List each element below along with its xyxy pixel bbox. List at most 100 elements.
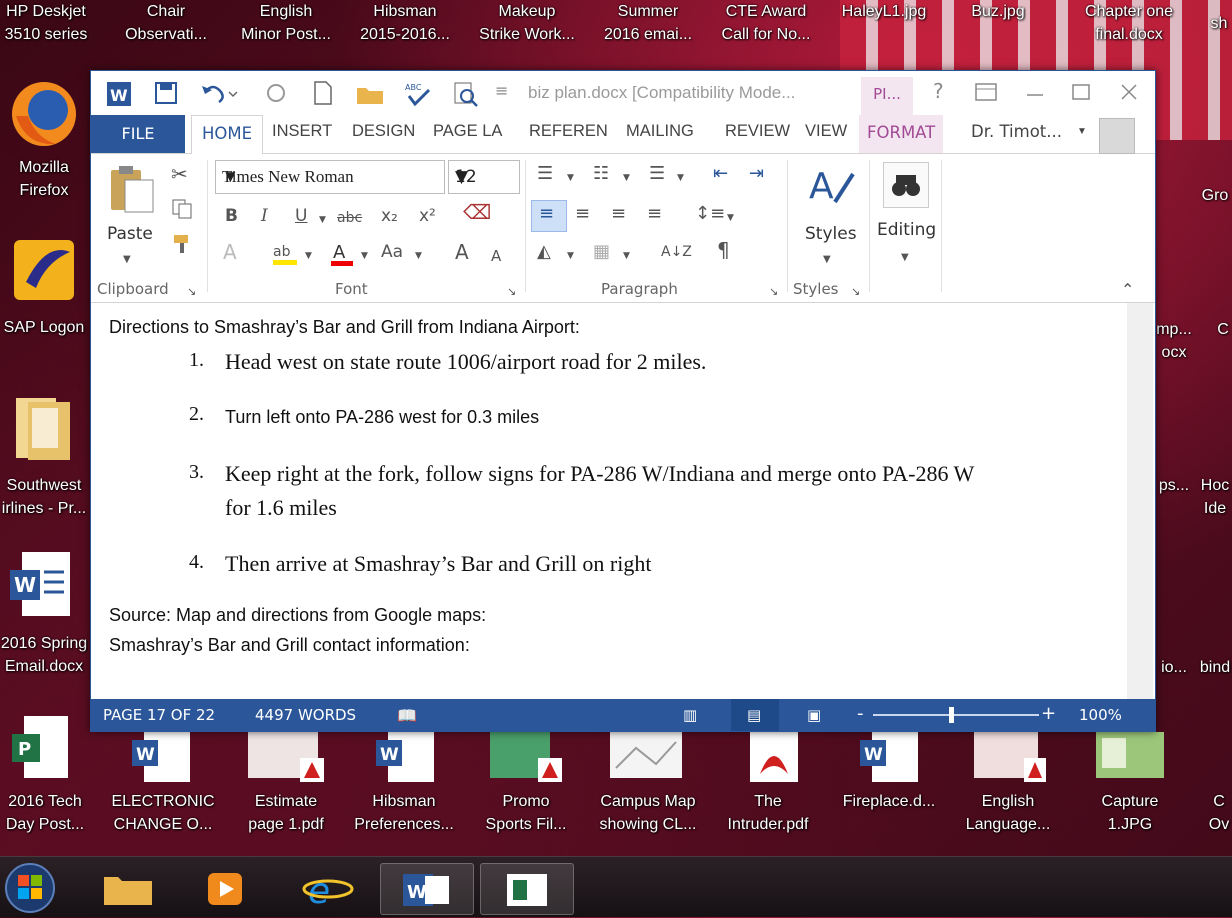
start-button-icon[interactable] <box>2 861 60 915</box>
tab-home[interactable]: HOME <box>191 115 263 155</box>
align-left-icon[interactable]: ≡ <box>539 204 554 224</box>
desktop-icon-promo-sports[interactable]: Promo Sports Fil... <box>474 790 578 836</box>
subscript-button[interactable]: x₂ <box>381 206 398 226</box>
word-document-icon[interactable]: W <box>128 728 194 784</box>
print-preview-icon[interactable] <box>451 80 481 108</box>
image-thumbnail-icon[interactable] <box>1092 728 1168 784</box>
folder-icon[interactable] <box>6 388 82 468</box>
desktop-icon-capture-jpg[interactable]: Capture 1.JPG <box>1080 790 1180 836</box>
taskbar-publisher[interactable] <box>480 863 574 915</box>
proofing-icon[interactable]: 📖 <box>397 706 417 725</box>
borders-icon[interactable]: ▦ <box>593 242 610 262</box>
paste-button[interactable]: Paste <box>107 224 153 244</box>
minimize-icon[interactable] <box>1025 83 1045 101</box>
desktop-icon-c-ov[interactable]: C Ov <box>1206 790 1232 836</box>
desktop-icon-english-language[interactable]: English Language... <box>950 790 1066 836</box>
desktop-icon-electronic-change[interactable]: ELECTRONIC CHANGE O... <box>104 790 222 836</box>
editing-button[interactable]: Editing <box>877 220 936 240</box>
tab-page-layout[interactable]: PAGE LA <box>433 122 502 141</box>
print-layout-icon[interactable]: ▤ <box>747 706 761 724</box>
taskbar-media-player[interactable] <box>180 863 272 913</box>
text-effects-icon[interactable]: A <box>223 242 237 262</box>
font-name-select[interactable]: Times New Roman ▼ <box>215 160 445 194</box>
taskbar-word[interactable]: W <box>380 863 474 915</box>
zoom-out-button[interactable]: - <box>857 703 864 724</box>
zoom-slider-thumb[interactable] <box>949 707 954 723</box>
desktop-icon-tech-day[interactable]: 2016 Tech Day Post... <box>0 790 90 836</box>
user-dropdown-icon[interactable]: ▼ <box>1077 126 1087 137</box>
desktop-icon-estimate-pdf[interactable]: Estimate page 1.pdf <box>236 790 336 836</box>
web-layout-icon[interactable]: ▣ <box>807 706 821 724</box>
editing-dropdown-icon[interactable]: ▼ <box>901 248 909 268</box>
vertical-scrollbar[interactable] <box>1127 303 1153 699</box>
desktop-icon-campus-map[interactable]: Campus Map showing CL... <box>586 790 710 836</box>
tab-design[interactable]: DESIGN <box>352 122 415 141</box>
desktop-icon-firefox-label[interactable]: Mozilla Firefox <box>0 156 88 202</box>
word-document-icon[interactable]: W <box>372 728 438 784</box>
desktop-icon-sh[interactable]: sh <box>1206 12 1232 35</box>
bullets-dropdown-icon[interactable]: ▼ <box>567 168 574 188</box>
bullets-icon[interactable]: ☰ <box>537 164 553 184</box>
desktop-icon-cte-award[interactable]: CTE Award Call for No... <box>710 0 822 46</box>
font-size-select[interactable]: 12 ▼ <box>448 160 520 194</box>
italic-button[interactable]: I <box>261 206 268 226</box>
user-account[interactable]: Dr. Timot... <box>971 122 1062 141</box>
tab-insert[interactable]: INSERT <box>272 122 332 141</box>
customize-qat-icon[interactable]: ≡ <box>495 81 508 100</box>
pdf-thumbnail-icon[interactable] <box>486 728 566 784</box>
font-launcher-icon[interactable]: ↘ <box>507 282 516 302</box>
increase-indent-icon[interactable]: ⇥ <box>749 164 764 184</box>
desktop-icon-chair[interactable]: Chair Observati... <box>112 0 220 46</box>
open-folder-icon[interactable] <box>355 80 385 106</box>
multilevel-list-icon[interactable]: ☰ <box>649 164 665 184</box>
styles-dropdown-icon[interactable]: ▼ <box>823 250 831 270</box>
font-color-dropdown-icon[interactable]: ▼ <box>361 246 368 266</box>
close-icon[interactable] <box>1119 83 1139 101</box>
align-right-icon[interactable]: ≡ <box>611 204 626 224</box>
paste-dropdown-icon[interactable]: ▼ <box>123 250 131 270</box>
styles-icon[interactable]: A <box>805 162 857 212</box>
taskbar-explorer[interactable] <box>82 863 174 913</box>
desktop-icon-right-bind[interactable]: bind <box>1198 656 1232 679</box>
align-center-icon[interactable]: ≡ <box>575 204 590 224</box>
redo-icon[interactable] <box>263 80 289 106</box>
desktop-icon-buz-jpg[interactable]: Buz.jpg <box>946 0 1050 23</box>
desktop-icon-english-minor[interactable]: English Minor Post... <box>228 0 344 46</box>
zoom-slider[interactable] <box>873 714 1039 716</box>
desktop-icon-the-intruder[interactable]: The Intruder.pdf <box>712 790 824 836</box>
word-document-icon[interactable]: W <box>856 728 922 784</box>
multilevel-dropdown-icon[interactable]: ▼ <box>677 168 684 188</box>
sap-logon-icon[interactable] <box>6 232 82 308</box>
publisher-document-icon[interactable]: P <box>8 712 74 784</box>
styles-button[interactable]: Styles <box>805 224 857 244</box>
highlight-color-icon[interactable]: ab <box>271 240 301 268</box>
tab-format[interactable]: FORMAT <box>859 115 944 153</box>
show-formatting-marks-button[interactable]: ¶ <box>717 240 730 260</box>
word-app-icon[interactable]: W <box>105 80 133 108</box>
document-body[interactable]: Directions to Smashray’s Bar and Grill f… <box>91 303 1127 699</box>
word-document-icon[interactable]: W <box>6 548 76 624</box>
desktop-icon-right-gro[interactable]: Gro <box>1198 184 1232 207</box>
ribbon-display-options-icon[interactable] <box>975 83 997 101</box>
desktop-icon-right-hoc[interactable]: Hoc Ide <box>1198 474 1232 520</box>
desktop-icon-makeup[interactable]: Makeup Strike Work... <box>468 0 586 46</box>
help-button[interactable]: ? <box>933 79 944 103</box>
desktop-icon-hibsman-preferences[interactable]: Hibsman Preferences... <box>344 790 464 836</box>
decrease-indent-icon[interactable]: ⇤ <box>713 164 728 184</box>
format-painter-icon[interactable] <box>171 232 195 256</box>
cut-icon[interactable]: ✂ <box>171 164 188 184</box>
taskbar-internet-explorer[interactable]: e <box>282 863 374 913</box>
editing-icon-frame[interactable] <box>883 162 929 208</box>
desktop-icon-right-c[interactable]: C <box>1214 318 1232 341</box>
pdf-icon[interactable] <box>744 728 804 784</box>
line-spacing-dropdown-icon[interactable]: ▼ <box>727 208 734 228</box>
desktop-icon-hibsman[interactable]: Hibsman 2015-2016... <box>350 0 460 46</box>
paste-icon[interactable] <box>107 162 157 216</box>
image-thumbnail-icon[interactable] <box>606 728 686 784</box>
tab-file[interactable]: FILE <box>91 115 185 153</box>
desktop-icon-hp-deskjet[interactable]: HP Deskjet 3510 series <box>0 0 92 46</box>
zoom-level[interactable]: 100% <box>1079 706 1122 724</box>
change-case-button[interactable]: Aa <box>381 242 403 262</box>
undo-icon[interactable] <box>199 80 239 106</box>
shading-icon[interactable]: ◭ <box>537 242 551 262</box>
